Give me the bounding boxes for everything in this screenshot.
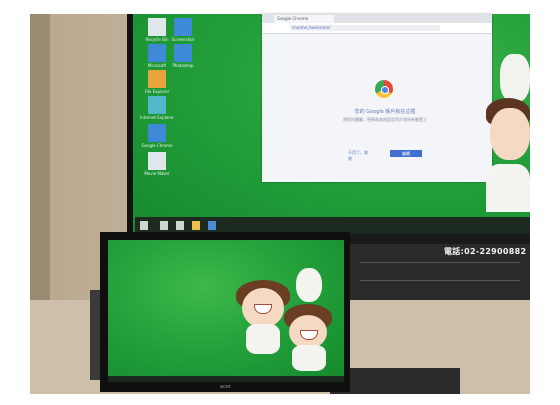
desktop-icon-label: Screenshot <box>171 37 195 42</box>
desktop-icon-label: Movie Maker <box>144 171 170 176</box>
desktop-icon-label: Internet Explorer <box>140 115 174 120</box>
url-field[interactable]: chrome://welcome/ <box>290 25 440 31</box>
ie-icon[interactable] <box>148 96 166 114</box>
no-thanks-button[interactable]: 不用了，謝謝 <box>348 150 370 161</box>
cabinet-divider <box>360 280 520 281</box>
chrome-icon[interactable] <box>148 124 166 142</box>
cabinet-divider <box>360 262 520 263</box>
bunny-character <box>500 54 530 102</box>
photo-frame: Recycle Bin Screenshot Microsoft Photosh… <box>0 0 560 405</box>
app-icon[interactable] <box>148 44 166 62</box>
welcome-heading: 您的 Google 帳戶就在這裡 <box>354 109 416 115</box>
desktop-icon-label: Google Chrome <box>141 143 173 148</box>
app-icon[interactable] <box>174 18 192 36</box>
boy-body <box>292 345 326 371</box>
monitor-taskbar <box>108 376 344 382</box>
continue-button[interactable]: 繼續 <box>390 150 422 157</box>
desktop-icon-label: File Explorer <box>144 89 170 94</box>
character-body <box>486 164 530 212</box>
browser-titlebar: Google Chrome <box>262 14 492 23</box>
cable <box>90 290 100 380</box>
chrome-logo-center <box>381 86 389 94</box>
chrome-taskbar-icon[interactable] <box>208 221 216 230</box>
browser-tab[interactable]: Google Chrome <box>274 15 334 23</box>
start-icon[interactable] <box>140 221 148 230</box>
folder-icon[interactable] <box>148 70 166 88</box>
monitor-brand: acer <box>220 384 231 390</box>
welcome-body: 將您的書籤、密碼和其他設定同步到所有裝置上 <box>343 117 427 122</box>
app-icon[interactable] <box>148 152 166 170</box>
folder-icon[interactable] <box>192 221 200 230</box>
character-face <box>490 108 530 160</box>
app-icon[interactable] <box>174 44 192 62</box>
girl-body <box>246 324 280 354</box>
phone-label: 電話:02-22900882 <box>444 247 527 256</box>
recycle-bin-icon[interactable] <box>148 18 166 36</box>
browser-window: Google Chrome chrome://welcome/ <box>262 14 492 182</box>
desktop-icon-label: Photoshop <box>172 63 194 68</box>
bunny-character <box>296 268 322 302</box>
task-view-icon[interactable] <box>176 221 184 230</box>
search-icon[interactable] <box>160 221 168 230</box>
address-bar: chrome://welcome/ <box>262 23 492 34</box>
